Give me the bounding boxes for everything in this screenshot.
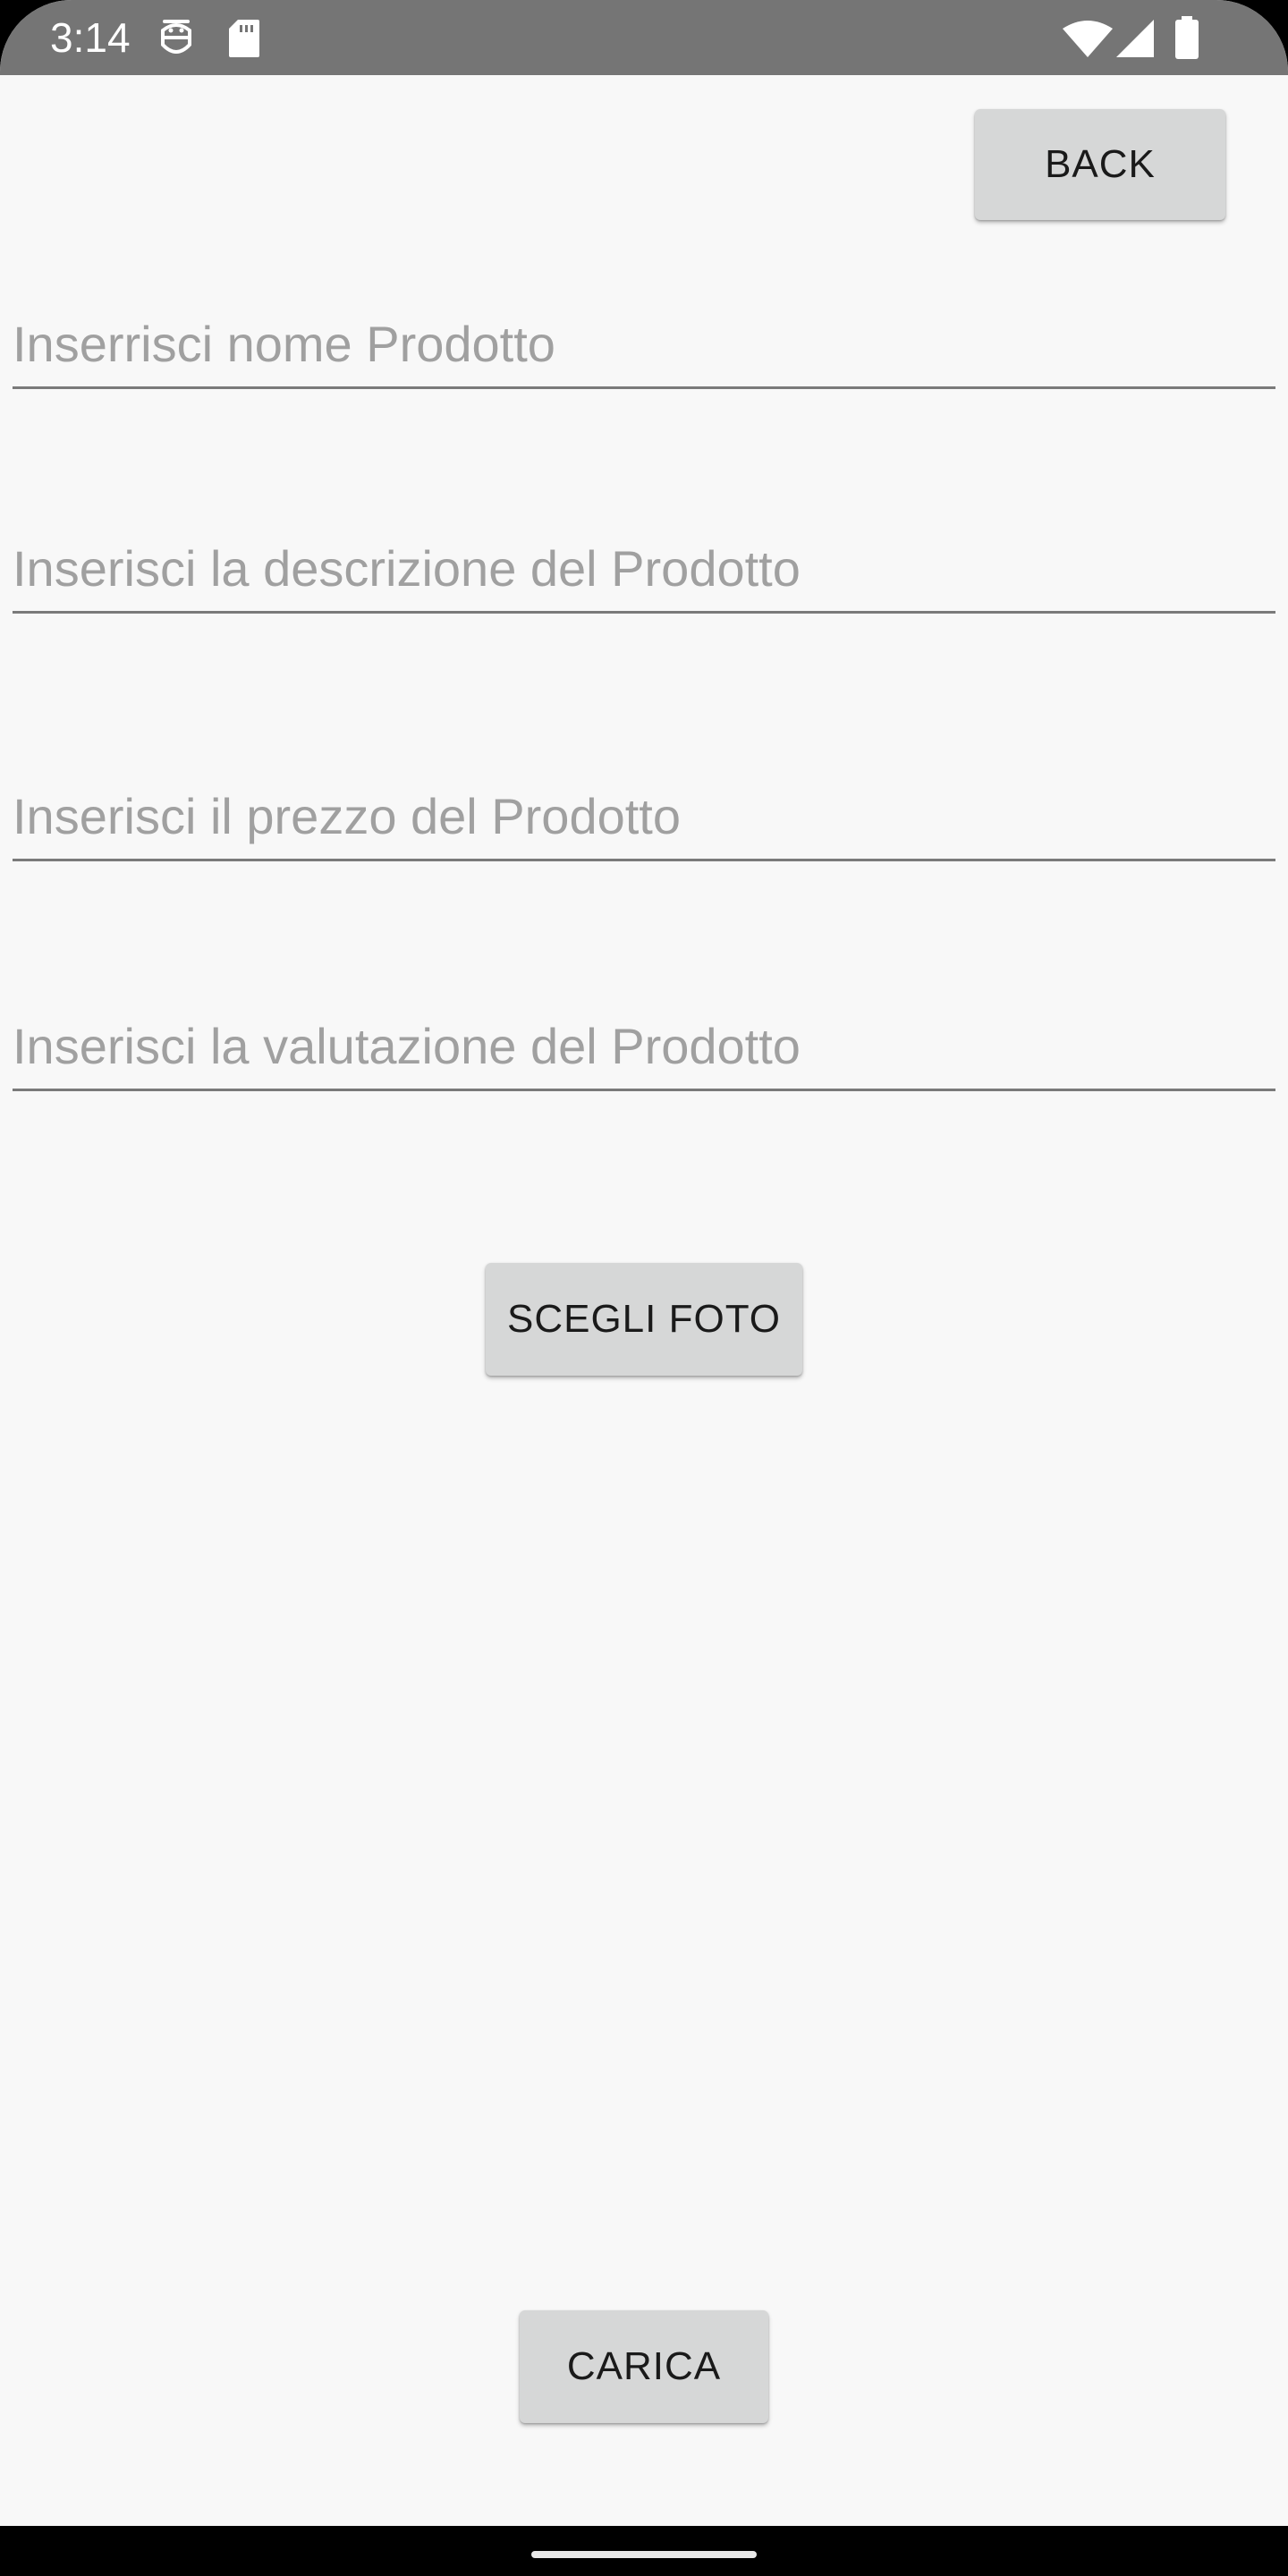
home-gesture-handle[interactable] bbox=[531, 2551, 757, 2558]
sd-card-icon bbox=[229, 20, 259, 57]
status-time: 3:14 bbox=[50, 14, 131, 61]
status-bar: 3:14 bbox=[0, 0, 1288, 75]
product-rating-input[interactable] bbox=[13, 1003, 1275, 1091]
choose-photo-button[interactable]: SCEGLI FOTO bbox=[486, 1263, 802, 1376]
cellular-signal-icon bbox=[1116, 20, 1154, 57]
upload-button[interactable]: CARICA bbox=[520, 2310, 768, 2423]
back-button[interactable]: BACK bbox=[975, 109, 1225, 220]
product-description-input[interactable] bbox=[13, 525, 1275, 614]
wifi-icon bbox=[1063, 21, 1113, 57]
product-name-input[interactable] bbox=[13, 301, 1275, 389]
battery-icon bbox=[1175, 16, 1199, 59]
app-screen: 3:14 BACK Inserrisci nome Prodotto Inser… bbox=[0, 0, 1288, 2576]
robot-face-icon bbox=[161, 20, 191, 54]
product-price-input[interactable] bbox=[13, 773, 1275, 861]
